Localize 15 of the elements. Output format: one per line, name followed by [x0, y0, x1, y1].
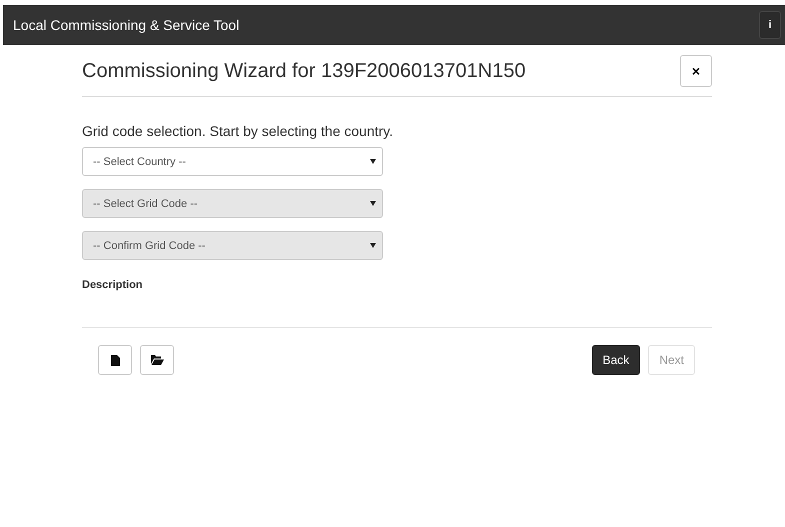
file-icon	[110, 354, 120, 366]
caret-icon	[370, 159, 376, 164]
instruction-text: Grid code selection. Start by selecting the country.	[82, 123, 394, 139]
primary-button[interactable]: Back	[592, 345, 640, 375]
new-file-button[interactable]	[98, 345, 132, 375]
select-dropdown[interactable]: -- Select Country --	[82, 147, 383, 176]
description-label: Description	[82, 279, 144, 293]
app-title: Local Commissioning & Service Tool	[13, 17, 240, 33]
caret-icon	[370, 243, 376, 248]
close-button[interactable]: ×	[680, 55, 712, 87]
folder-icon	[150, 355, 164, 365]
info-button[interactable]: i	[759, 11, 781, 39]
dialog-title: Commissioning Wizard for 139F2006013701N150	[82, 60, 526, 82]
caret-icon	[370, 201, 376, 206]
open-folder-button[interactable]	[140, 345, 174, 375]
